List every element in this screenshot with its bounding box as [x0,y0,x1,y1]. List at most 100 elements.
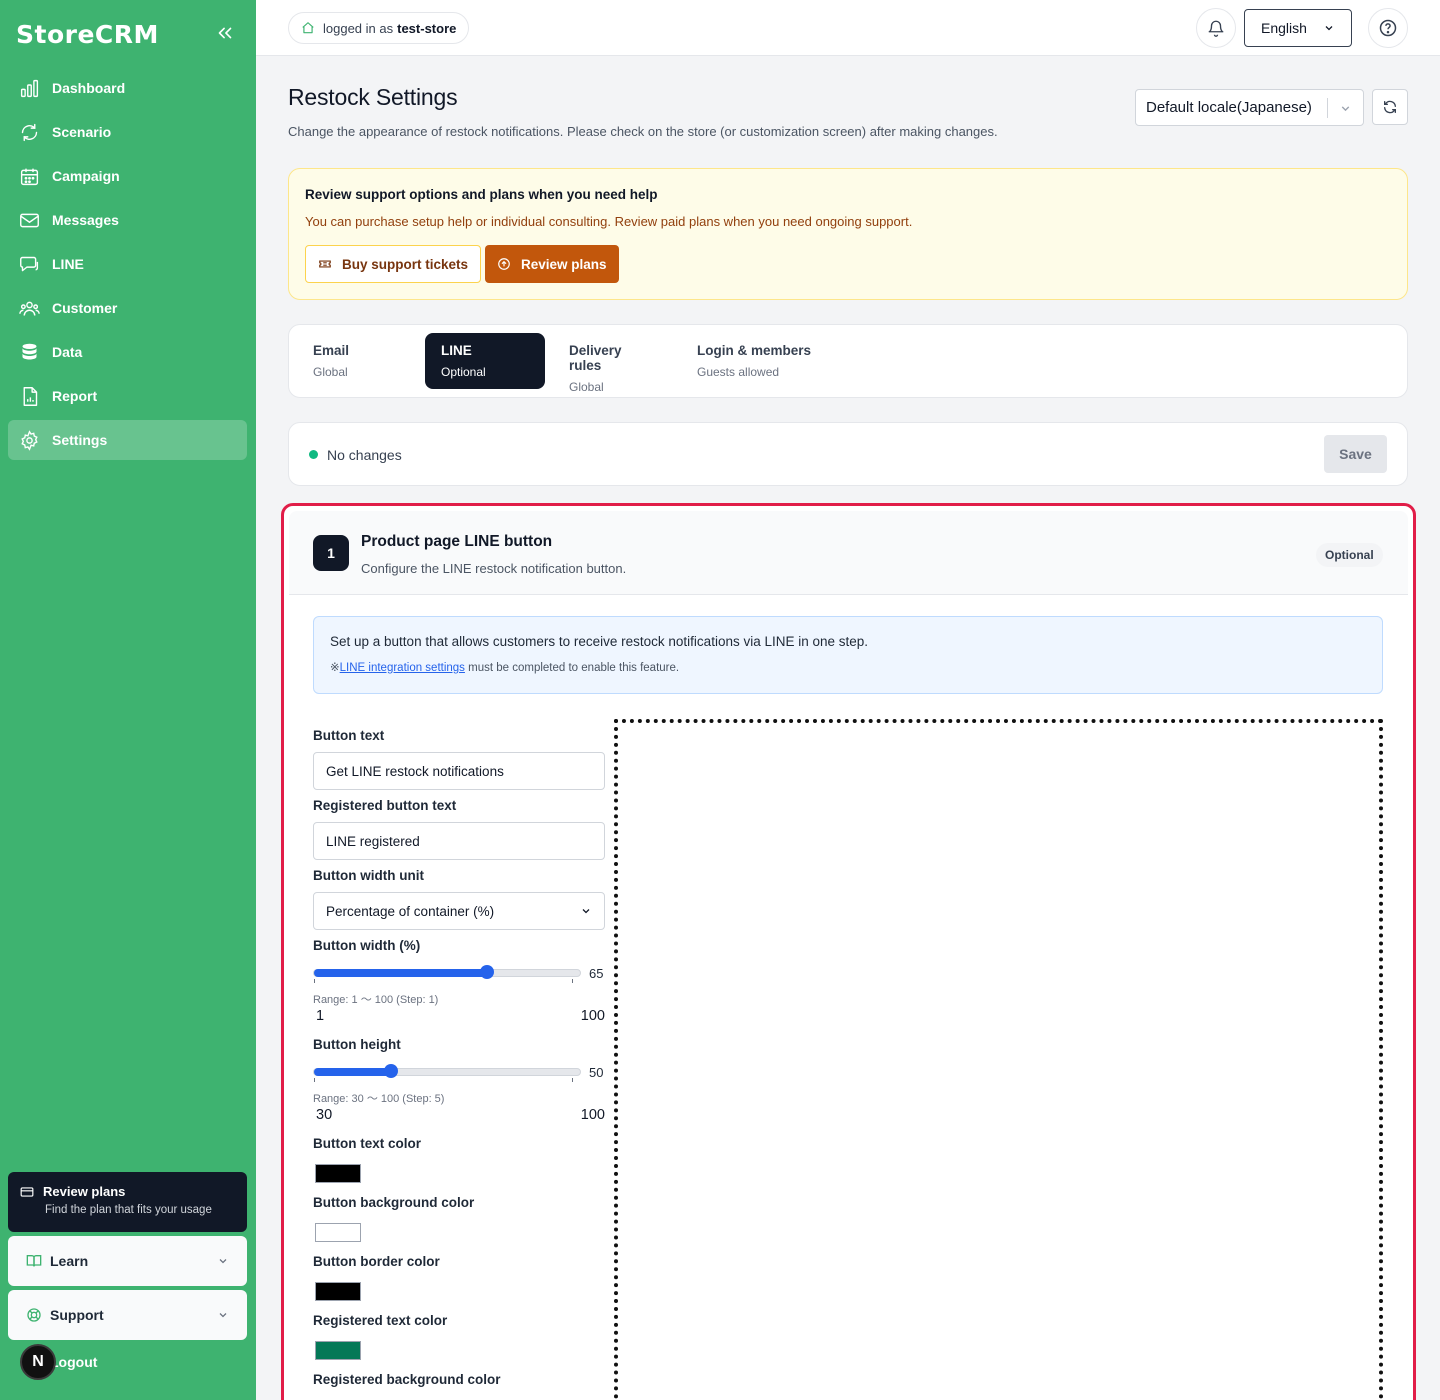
tab-line[interactable]: LINE Optional [425,333,545,389]
text-color-picker[interactable] [315,1164,361,1183]
ticket-icon [319,260,331,268]
mail-icon [18,209,40,231]
notice-description: You can purchase setup help or individua… [305,214,913,229]
registered-text-color-picker[interactable] [315,1341,361,1360]
review-plans-card[interactable]: Review plans Find the plan that fits you… [8,1172,247,1232]
slider-tick [314,979,315,983]
button-height-label: Button height [313,1037,401,1052]
registered-text-label: Registered button text [313,798,457,813]
collapse-sidebar-icon[interactable] [214,22,236,44]
calendar-icon [18,165,40,187]
chat-icon [18,253,40,275]
workflow-icon [18,121,40,143]
tab-delivery-rules[interactable]: Delivery rules Global [553,333,673,394]
status-text: No changes [327,447,402,463]
tab-email[interactable]: Email Global [297,333,417,389]
tab-label: Delivery rules [569,343,622,373]
sidebar-item-report[interactable]: Report [8,376,247,416]
button-width-slider[interactable] [313,965,581,983]
border-color-picker[interactable] [315,1282,361,1301]
learn-button[interactable]: Learn [8,1236,247,1286]
sidebar-item-label: Settings [52,432,108,448]
tab-label: LINE [441,343,472,358]
chevron-down-icon [219,1313,227,1318]
chevron-down-icon [582,909,590,914]
review-plans-title: Review plans [43,1184,126,1199]
registered-bg-color-label: Registered background color [313,1372,501,1387]
tab-label: Email [313,343,350,358]
panel-title: Product page LINE button [361,533,553,550]
sidebar-item-campaign[interactable]: Campaign [8,156,247,196]
tab-login-members[interactable]: Login & members Guests allowed [681,333,831,389]
review-plans-button[interactable]: Review plans [485,245,619,283]
users-icon [18,297,40,319]
sidebar-item-data[interactable]: Data [8,332,247,372]
sidebar-item-customer[interactable]: Customer [8,288,247,328]
select-divider [1327,98,1328,118]
chevron-down-icon [219,1259,227,1264]
button-width-max: 100 [580,1008,605,1024]
text-color-label: Button text color [313,1136,421,1151]
sidebar-item-messages[interactable]: Messages [8,200,247,240]
width-unit-select[interactable]: Percentage of container (%) [313,892,605,930]
refresh-button[interactable] [1372,89,1408,125]
button-height-max: 100 [580,1107,605,1123]
store-pill[interactable]: logged in as test-store [288,12,470,44]
support-notice: Review support options and plans when yo… [288,168,1408,300]
logout-button[interactable]: N Logout [20,1344,97,1380]
slider-fill [314,1068,391,1076]
bg-color-picker[interactable] [315,1223,361,1242]
support-button[interactable]: Support [8,1290,247,1340]
sidebar-item-settings[interactable]: Settings [8,420,247,460]
settings-tabs: Email Global LINE Optional Delivery rule… [288,324,1408,398]
optional-badge: Optional [1316,543,1383,567]
language-value: English [1261,20,1307,36]
help-button[interactable] [1368,8,1408,48]
registered-text-input[interactable]: LINE registered [313,822,605,860]
chevron-down-icon [1325,26,1333,31]
sidebar-item-label: Data [52,344,83,360]
buy-support-label: Buy support tickets [342,256,469,272]
slider-fill [314,969,487,977]
bell-icon [1208,20,1224,37]
width-unit-label: Button width unit [313,868,424,883]
tab-sublabel: Global [313,365,348,379]
sidebar-item-line[interactable]: LINE [8,244,247,284]
tab-label: Login & members [697,343,812,358]
slider-thumb[interactable] [384,1064,398,1078]
sidebar-item-label: Dashboard [52,80,126,96]
home-icon [302,22,314,34]
locale-select[interactable]: Default locale(Japanese) [1135,89,1364,126]
gear-icon [18,429,40,451]
panel-header: 1 Product page LINE button Configure the… [289,511,1408,595]
help-icon [1379,19,1397,37]
locale-value: Default locale(Japanese) [1146,99,1312,116]
slider-tick [314,1078,315,1082]
button-height-min: 30 [316,1107,333,1123]
refresh-icon [1384,100,1396,114]
button-height-slider[interactable] [313,1064,581,1082]
notice-title: Review support options and plans when yo… [305,187,658,202]
sidebar-item-label: LINE [52,256,84,272]
slider-tick [572,979,573,983]
tab-sublabel: Optional [441,365,486,379]
language-select[interactable]: English [1244,9,1352,47]
line-integration-settings-link[interactable]: LINE integration settings [340,662,465,674]
info-note-suffix: must be completed to enable this feature… [464,662,680,674]
sidebar-item-scenario[interactable]: Scenario [8,112,247,152]
sidebar-item-dashboard[interactable]: Dashboard [8,68,247,108]
button-width-value: 65 [589,966,604,981]
logged-in-prefix: logged in as [323,20,394,36]
button-text-input[interactable]: Get LINE restock notifications [313,752,605,790]
notifications-button[interactable] [1196,8,1236,48]
buy-support-tickets-button[interactable]: Buy support tickets [305,245,482,283]
topbar: logged in as test-store English [256,0,1440,56]
slider-thumb[interactable] [480,965,494,979]
avatar[interactable]: N [20,1344,56,1380]
save-button[interactable]: Save [1324,435,1387,473]
brand-logo: StoreCRM [16,20,159,49]
sidebar-item-label: Messages [52,212,119,228]
sidebar-item-label: Report [52,388,98,404]
sidebar-item-label: Campaign [52,168,120,184]
sidebar-nav: Dashboard Scenario Campaign Messages LIN… [8,68,247,464]
